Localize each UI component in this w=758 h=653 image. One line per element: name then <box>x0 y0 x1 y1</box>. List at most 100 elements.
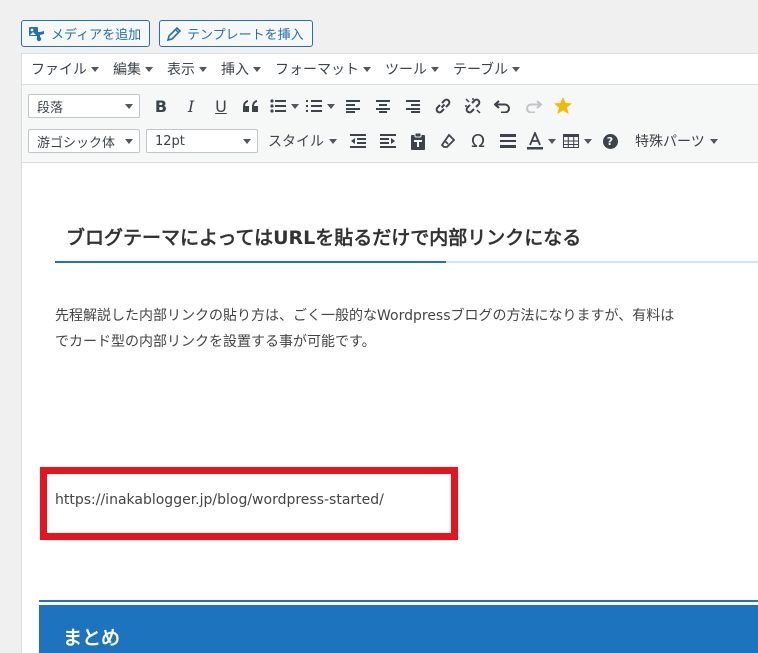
text-color-icon <box>526 132 543 150</box>
menu-table-label: テーブル <box>453 62 509 78</box>
menu-insert-label: 挿入 <box>221 62 249 78</box>
block-format-select[interactable]: 段落 <box>28 94 140 118</box>
bold-icon: B <box>154 96 168 116</box>
add-media-button[interactable]: メディアを追加 <box>21 20 151 47</box>
numbered-list-button[interactable] <box>302 92 338 120</box>
insert-template-label: テンプレートを挿入 <box>187 28 304 43</box>
caret-down-icon <box>125 138 133 144</box>
bold-button[interactable]: B <box>146 92 176 120</box>
blockquote-button[interactable] <box>236 92 266 120</box>
special-parts-dropdown[interactable]: 特殊パーツ <box>629 127 724 155</box>
caret-down-icon <box>329 138 337 144</box>
caret-down-icon <box>199 66 207 72</box>
horizontal-line-icon <box>500 134 516 148</box>
font-size-value: 12pt <box>155 133 185 149</box>
italic-icon: I <box>187 96 195 116</box>
menu-table[interactable]: テーブル <box>453 59 521 79</box>
caret-down-icon <box>512 66 521 72</box>
indent-button[interactable] <box>373 127 403 155</box>
paragraph-line-2: でカード型の内部リンクを設置する事が可能です。 <box>55 334 376 350</box>
table-button[interactable] <box>559 127 595 155</box>
pasted-url: https://inakablogger.jp/blog/wordpress-s… <box>55 492 384 508</box>
caret-down-icon <box>326 103 335 109</box>
special-character-button[interactable]: Ω <box>463 127 493 155</box>
font-family-select[interactable]: 游ゴシック体 <box>28 129 140 153</box>
caret-down-icon <box>290 103 299 109</box>
outdent-icon <box>350 134 366 148</box>
font-size-select[interactable]: 12pt <box>146 129 258 153</box>
content-paragraph: 先程解説した内部リンクの貼り方は、ごく一般的なWordpressブログの方法にな… <box>55 303 758 355</box>
menu-format[interactable]: フォーマット <box>275 59 371 79</box>
underline-button[interactable]: U <box>206 92 236 120</box>
insert-link-button[interactable] <box>428 92 458 120</box>
redo-button[interactable] <box>518 92 548 120</box>
menu-edit-label: 編集 <box>113 62 141 78</box>
text-color-button[interactable] <box>523 127 559 155</box>
classic-editor: ファイル 編集 表示 挿入 フォーマット ツール テーブル 段落 B I U 游… <box>21 53 758 653</box>
editor-toolbars: 段落 B I U 游ゴシック体 12pt スタイル Ω ? 特殊パーツ <box>22 85 758 163</box>
undo-icon <box>494 100 510 113</box>
caret-down-icon <box>145 66 153 72</box>
block-format-value: 段落 <box>37 100 64 116</box>
numbered-list-icon <box>305 100 322 112</box>
menu-edit[interactable]: 編集 <box>113 59 153 79</box>
quote-icon <box>243 100 258 112</box>
align-right-icon <box>406 99 420 113</box>
eraser-icon <box>440 133 456 148</box>
bullet-list-icon <box>269 99 286 113</box>
help-icon: ? <box>602 133 618 149</box>
styles-dropdown[interactable]: スタイル <box>262 127 343 155</box>
editor-content[interactable]: ブログテーマによってはURLを貼るだけで内部リンクになる 先程解説した内部リンク… <box>22 163 758 653</box>
caret-down-icon <box>547 138 556 144</box>
bullet-list-button[interactable] <box>266 92 302 120</box>
caret-down-icon <box>243 138 251 144</box>
caret-down-icon <box>583 138 592 144</box>
undo-button[interactable] <box>488 92 518 120</box>
align-center-button[interactable] <box>368 92 398 120</box>
pencil-icon <box>166 26 182 42</box>
help-button[interactable]: ? <box>595 127 625 155</box>
italic-button[interactable]: I <box>176 92 206 120</box>
special-parts-label: 特殊パーツ <box>635 134 705 150</box>
horizontal-line-button[interactable] <box>493 127 523 155</box>
caret-down-icon <box>91 66 99 72</box>
caret-down-icon <box>431 66 439 72</box>
outdent-button[interactable] <box>343 127 373 155</box>
menu-view[interactable]: 表示 <box>167 59 207 79</box>
unlink-icon <box>465 98 481 114</box>
menu-file[interactable]: ファイル <box>31 59 99 79</box>
heading-block: ブログテーマによってはURLを貼るだけで内部リンクになる <box>55 221 758 263</box>
help-glyph: ? <box>606 134 614 148</box>
menu-file-label: ファイル <box>31 62 87 78</box>
menu-tools[interactable]: ツール <box>385 59 439 79</box>
summary-border-top <box>39 600 758 602</box>
menu-format-label: フォーマット <box>275 62 359 78</box>
styles-label: スタイル <box>268 134 324 150</box>
align-left-button[interactable] <box>338 92 368 120</box>
editor-menubar: ファイル 編集 表示 挿入 フォーマット ツール テーブル <box>22 54 758 85</box>
summary-heading: まとめ <box>39 605 758 653</box>
paste-text-button[interactable] <box>403 127 433 155</box>
star-icon <box>554 97 572 114</box>
remove-link-button[interactable] <box>458 92 488 120</box>
menu-tools-label: ツール <box>385 62 427 78</box>
menu-insert[interactable]: 挿入 <box>221 59 261 79</box>
caret-down-icon <box>363 66 371 72</box>
underline-icon: U <box>215 96 227 116</box>
clipboard-icon <box>411 132 425 150</box>
align-right-button[interactable] <box>398 92 428 120</box>
redo-icon <box>526 100 542 113</box>
content-heading: ブログテーマによってはURLを貼るだけで内部リンクになる <box>66 227 582 249</box>
indent-icon <box>380 134 396 148</box>
font-family-value: 游ゴシック体 <box>37 135 116 151</box>
omega-icon: Ω <box>471 130 485 152</box>
favorite-button[interactable] <box>548 92 578 120</box>
clear-formatting-button[interactable] <box>433 127 463 155</box>
caret-down-icon <box>125 103 133 109</box>
toolbar-row-1: 段落 B I U <box>22 90 758 122</box>
add-media-label: メディアを追加 <box>51 28 142 43</box>
toolbar-row-2: 游ゴシック体 12pt スタイル Ω ? 特殊パーツ <box>22 125 758 157</box>
insert-template-button[interactable]: テンプレートを挿入 <box>159 20 313 47</box>
table-icon <box>562 134 579 148</box>
media-icon <box>28 26 46 42</box>
